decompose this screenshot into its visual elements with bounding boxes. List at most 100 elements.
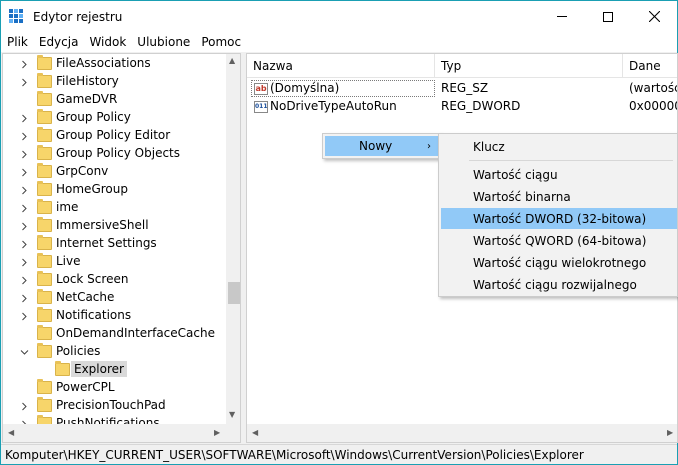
chevron-right-icon[interactable]	[20, 294, 29, 303]
tree-item-label: PowerCPL	[56, 380, 115, 394]
chevron-down-icon[interactable]	[20, 348, 29, 357]
menu-help[interactable]: Pomoc	[195, 35, 246, 49]
submenu-item[interactable]: Wartość DWORD (32-bitowa)	[441, 208, 677, 229]
chevron-right-icon[interactable]	[20, 114, 29, 123]
tree-item[interactable]: Live	[3, 253, 225, 271]
folder-icon	[37, 379, 52, 394]
tree-horizontal-scrollbar[interactable]: ◀ ▶	[3, 424, 226, 442]
tree-scroll-thumb[interactable]	[228, 282, 240, 304]
tree-item-label: GrpConv	[56, 164, 109, 178]
menu-edit[interactable]: Edycja	[33, 35, 84, 49]
menu-view[interactable]: Widok	[83, 35, 131, 49]
tree-item-label: NetCache	[56, 290, 115, 304]
tree-item[interactable]: Group Policy Objects	[3, 145, 225, 163]
column-header-data[interactable]: Dane	[623, 54, 677, 78]
folder-icon	[37, 199, 52, 214]
folder-icon	[37, 253, 52, 268]
value-name: (Domyślna)	[270, 81, 340, 95]
tree-item[interactable]: PowerCPL	[3, 379, 225, 397]
tree-item-label: Group Policy Objects	[56, 146, 181, 160]
value-row[interactable]: 011NoDriveTypeAutoRun REG_DWORD 0x000000	[247, 98, 677, 116]
new-submenu: Klucz Wartość ciągu Wartość binarna Wartość…	[438, 133, 678, 297]
folder-icon	[37, 73, 52, 88]
menu-bar: Plik Edycja Widok Ulubione Pomoc	[1, 32, 677, 52]
chevron-right-icon[interactable]	[20, 132, 29, 141]
column-header-type[interactable]: Typ	[435, 54, 623, 78]
chevron-right-icon[interactable]	[20, 312, 29, 321]
chevron-right-icon[interactable]	[20, 78, 29, 87]
close-button[interactable]	[631, 1, 677, 32]
value-name: NoDriveTypeAutoRun	[270, 99, 397, 113]
context-menu-item-label: Nowy	[359, 139, 393, 153]
chevron-right-icon[interactable]	[20, 150, 29, 159]
minimize-button[interactable]	[539, 1, 585, 32]
context-menu: Nowy ›	[322, 133, 441, 159]
submenu-item[interactable]: Wartość binarna	[441, 186, 677, 207]
chevron-right-icon[interactable]	[20, 276, 29, 285]
minimize-icon	[557, 16, 567, 17]
scroll-left-icon[interactable]: ◀	[8, 428, 14, 437]
scroll-right-icon[interactable]: ▶	[214, 428, 220, 437]
chevron-right-icon[interactable]	[20, 240, 29, 249]
list-horizontal-scrollbar[interactable]: ◀ ▶	[247, 424, 677, 442]
tree-item[interactable]: GameDVR	[3, 91, 225, 109]
tree-item-label: Explorer	[71, 361, 127, 377]
tree-item[interactable]: HomeGroup	[3, 181, 225, 199]
folder-icon	[37, 397, 52, 412]
scroll-up-icon[interactable]: ▲	[229, 56, 235, 65]
tree-item-label: Group Policy Editor	[56, 128, 171, 142]
status-path: Komputer\HKEY_CURRENT_USER\SOFTWARE\Micr…	[5, 447, 584, 462]
tree-vertical-scrollbar[interactable]: ▲ ▼	[226, 54, 240, 424]
context-menu-item-new[interactable]: Nowy ›	[325, 136, 438, 156]
chevron-right-icon[interactable]	[20, 168, 29, 177]
tree-item-label: Internet Settings	[56, 236, 157, 250]
submenu-item-label: Klucz	[473, 139, 505, 154]
key-tree-pane[interactable]: PushNotifications PrecisionTouchPad PowerC…	[2, 53, 241, 443]
submenu-item[interactable]: Wartość QWORD (64-bitowa)	[441, 230, 677, 251]
tree-item[interactable]: Policies	[3, 343, 225, 361]
tree-item[interactable]: ImmersiveShell	[3, 217, 225, 235]
scroll-down-icon[interactable]: ▼	[229, 410, 235, 419]
tree-item[interactable]: NetCache	[3, 289, 225, 307]
tree-item[interactable]: OnDemandInterfaceCache	[3, 325, 225, 343]
scroll-right-icon[interactable]: ▶	[667, 428, 673, 437]
submenu-item[interactable]: Wartość ciągu rozwijalnego	[441, 274, 677, 295]
title-bar[interactable]: Edytor rejestru	[1, 1, 677, 32]
tree-item[interactable]: FileHistory	[3, 73, 225, 91]
tree-item-label: Notifications	[56, 308, 132, 322]
folder-icon	[37, 343, 52, 358]
chevron-right-icon[interactable]	[20, 402, 29, 411]
folder-icon	[37, 181, 52, 196]
scroll-left-icon[interactable]: ◀	[252, 428, 258, 437]
tree-item-label: Group Policy	[56, 110, 131, 124]
tree-item[interactable]: Group Policy Editor	[3, 127, 225, 145]
chevron-right-icon[interactable]	[20, 204, 29, 213]
chevron-right-icon[interactable]	[20, 60, 29, 69]
chevron-right-icon[interactable]	[20, 258, 29, 267]
menu-favorites[interactable]: Ulubione	[131, 35, 195, 49]
chevron-right-icon[interactable]	[20, 186, 29, 195]
submenu-item[interactable]: Wartość ciągu wielokrotnego	[441, 252, 677, 273]
column-header-name[interactable]: Nazwa	[247, 54, 435, 78]
value-row[interactable]: ab (Domyślna) REG_SZ (wartość	[247, 80, 677, 98]
maximize-button[interactable]	[585, 1, 631, 32]
submenu-item-label: Wartość QWORD (64-bitowa)	[473, 233, 647, 248]
scrollbar-corner	[226, 424, 240, 442]
submenu-item-label: Wartość ciągu	[473, 167, 558, 182]
folder-icon	[37, 307, 52, 322]
folder-icon	[37, 109, 52, 124]
tree-item[interactable]: PrecisionTouchPad	[3, 397, 225, 415]
submenu-item[interactable]: Klucz	[441, 136, 677, 157]
menu-file[interactable]: Plik	[1, 35, 33, 49]
tree-item[interactable]: FileAssociations	[3, 55, 225, 73]
tree-item[interactable]: Explorer	[3, 361, 225, 379]
tree-item[interactable]: ime	[3, 199, 225, 217]
tree-item[interactable]: Group Policy	[3, 109, 225, 127]
tree-item[interactable]: Notifications	[3, 307, 225, 325]
submenu-item[interactable]: Wartość ciągu	[441, 164, 677, 185]
tree-item[interactable]: Internet Settings	[3, 235, 225, 253]
tree-item-label: ImmersiveShell	[56, 218, 149, 232]
tree-item[interactable]: GrpConv	[3, 163, 225, 181]
chevron-right-icon[interactable]	[20, 222, 29, 231]
tree-item[interactable]: Lock Screen	[3, 271, 225, 289]
